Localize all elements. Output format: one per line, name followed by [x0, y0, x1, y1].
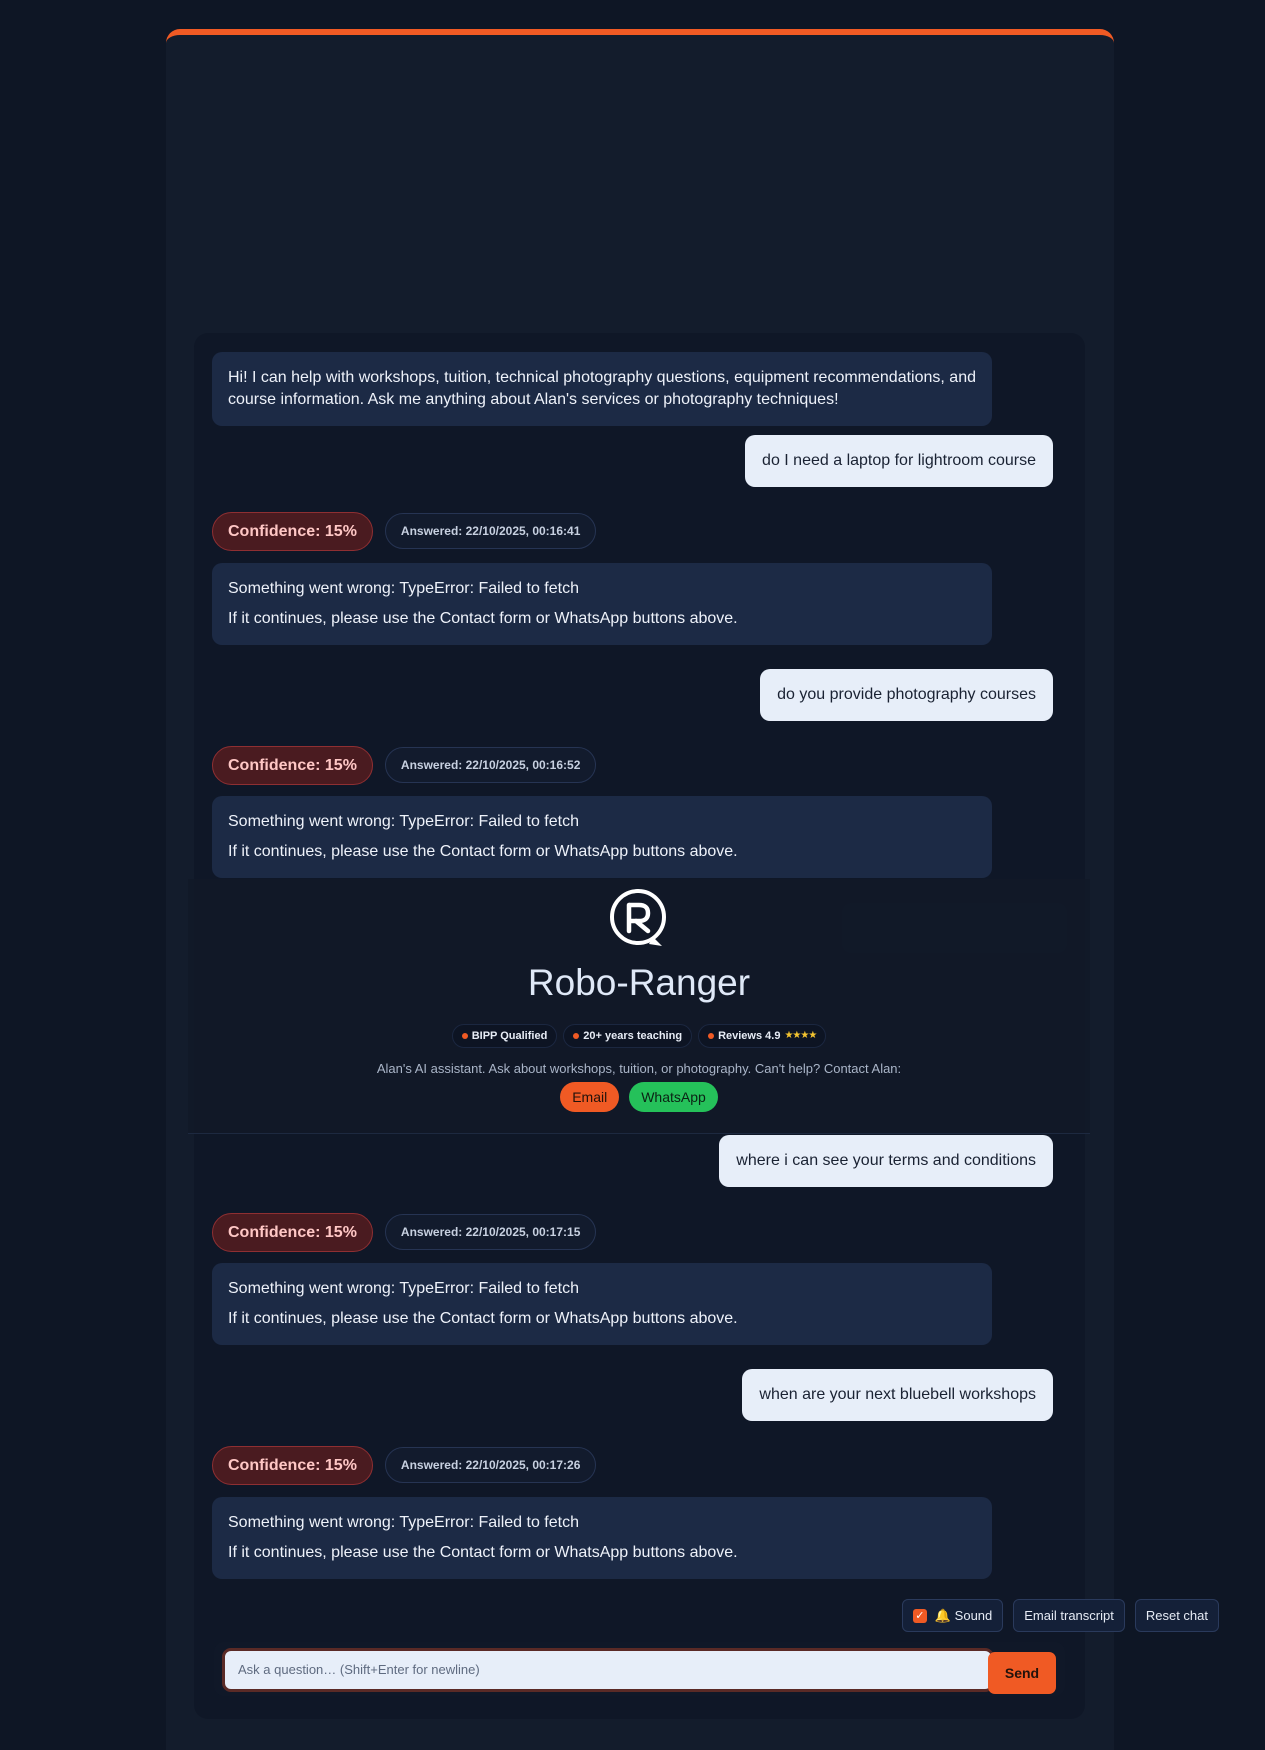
badge-label: Reviews 4.9 [718, 1030, 781, 1042]
star-rating-icon: ★★★★ [784, 1030, 817, 1041]
answer-meta: Confidence: 15% Answered: 22/10/2025, 00… [212, 745, 597, 785]
error-text: Something went wrong: TypeError: Failed … [228, 813, 579, 830]
error-text: Something went wrong: TypeError: Failed … [228, 1514, 579, 1531]
confidence-badge: Confidence: 15% [212, 1445, 373, 1485]
badge-bipp: BIPP Qualified [451, 1024, 558, 1048]
user-message: do I need a laptop for lightroom course [745, 435, 1053, 487]
badge-label: BIPP Qualified [471, 1030, 548, 1042]
email-button[interactable]: Email [560, 1082, 620, 1112]
send-button[interactable]: Send [988, 1652, 1056, 1694]
welcome-text: Hi! I can help with workshops, tuition, … [228, 369, 976, 408]
answer-meta: Confidence: 15% Answered: 22/10/2025, 00… [212, 511, 597, 551]
user-message: do you provide photography courses [760, 669, 1053, 721]
badge-reviews: Reviews 4.9 ★★★★ [698, 1024, 827, 1048]
email-transcript-button[interactable]: Email transcript [1013, 1599, 1125, 1632]
answer-meta: Confidence: 15% Answered: 22/10/2025, 00… [212, 1445, 597, 1485]
bot-error-message: Something went wrong: TypeError: Failed … [212, 796, 992, 878]
credential-badges: BIPP Qualified 20+ years teaching Review… [188, 1024, 1090, 1048]
answered-timestamp: Answered: 22/10/2025, 00:16:41 [384, 513, 597, 549]
bot-error-message: Something went wrong: TypeError: Failed … [212, 1263, 992, 1345]
composer: Ask a question… (Shift+Enter for newline… [214, 1642, 1065, 1696]
error-text: Something went wrong: TypeError: Failed … [228, 1280, 579, 1297]
whatsapp-button[interactable]: WhatsApp [629, 1082, 718, 1112]
answered-timestamp: Answered: 22/10/2025, 00:16:52 [384, 747, 597, 783]
user-message: when are your next bluebell workshops [742, 1369, 1053, 1421]
reset-chat-button[interactable]: Reset chat [1134, 1599, 1219, 1632]
dot-icon [461, 1033, 468, 1039]
robo-ranger-logo-icon [610, 889, 666, 946]
dot-icon [573, 1033, 580, 1039]
badge-label: 20+ years teaching [583, 1030, 683, 1042]
tagline: Alan's AI assistant. Ask about workshops… [376, 1061, 902, 1076]
brand-title: Robo-Ranger [527, 962, 751, 1003]
dot-icon [708, 1033, 715, 1039]
help-text: If it continues, please use the Contact … [228, 610, 738, 627]
help-text: If it continues, please use the Contact … [228, 1544, 738, 1561]
confidence-badge: Confidence: 15% [212, 511, 373, 551]
chat-toolbar: ✓ 🔔 Sound Email transcript Reset chat [901, 1599, 1219, 1632]
help-text: If it continues, please use the Contact … [228, 1310, 738, 1327]
help-text: If it continues, please use the Contact … [228, 843, 738, 860]
contact-buttons: Email WhatsApp [188, 1082, 1090, 1112]
error-text: Something went wrong: TypeError: Failed … [228, 580, 579, 597]
user-message: where i can see your terms and condition… [719, 1135, 1053, 1187]
answered-timestamp: Answered: 22/10/2025, 00:17:26 [384, 1447, 597, 1483]
answered-timestamp: Answered: 22/10/2025, 00:17:15 [384, 1214, 597, 1250]
question-input[interactable]: Ask a question… (Shift+Enter for newline… [222, 1648, 994, 1692]
bot-error-message: Something went wrong: TypeError: Failed … [212, 563, 992, 645]
answer-meta: Confidence: 15% Answered: 22/10/2025, 00… [212, 1212, 597, 1252]
sound-label: 🔔 Sound [934, 1608, 993, 1623]
confidence-badge: Confidence: 15% [212, 1212, 373, 1252]
bot-welcome-message: Hi! I can help with workshops, tuition, … [212, 352, 992, 426]
badge-years: 20+ years teaching [563, 1024, 693, 1048]
sound-toggle[interactable]: ✓ 🔔 Sound [901, 1599, 1004, 1632]
confidence-badge: Confidence: 15% [212, 745, 373, 785]
sound-checkbox[interactable]: ✓ [912, 1608, 927, 1623]
bot-error-message: Something went wrong: TypeError: Failed … [212, 1497, 992, 1579]
sticky-header: Robo-Ranger BIPP Qualified 20+ years tea… [188, 879, 1090, 1134]
